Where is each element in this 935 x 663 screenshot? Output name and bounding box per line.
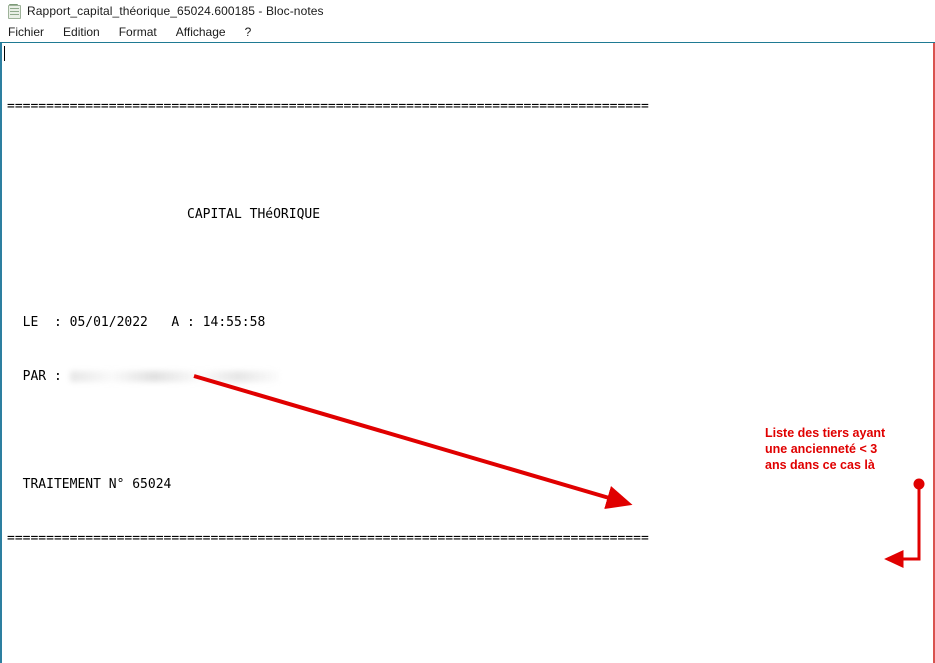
menu-bar: Fichier Edition Format Affichage ? <box>0 21 935 43</box>
line-blank-1 <box>7 152 933 170</box>
text-caret <box>4 46 5 61</box>
line-blank-3 <box>7 422 933 440</box>
menu-item-affichage[interactable]: Affichage <box>176 25 226 39</box>
line-separator-equals-2: ========================================… <box>7 530 933 548</box>
menu-item-fichier[interactable]: Fichier <box>8 25 44 39</box>
report-title: CAPITAL THéORIQUE <box>7 207 320 222</box>
par-label: PAR : <box>7 369 70 384</box>
window-title: Rapport_capital_théorique_65024.600185 -… <box>27 4 324 18</box>
redacted-user-name <box>70 371 280 382</box>
document-text[interactable]: ========================================… <box>7 44 933 663</box>
line-report-title: CAPITAL THéORIQUE <box>7 206 933 224</box>
notepad-window: Rapport_capital_théorique_65024.600185 -… <box>0 0 935 663</box>
line-separator-top: ========================================… <box>7 98 933 116</box>
menu-item-edition[interactable]: Edition <box>63 25 100 39</box>
line-le: LE : 05/01/2022 A : 14:55:58 <box>7 314 933 332</box>
title-bar: Rapport_capital_théorique_65024.600185 -… <box>0 0 935 21</box>
notepad-icon <box>7 4 21 18</box>
line-traitement: TRAITEMENT N° 65024 <box>7 476 933 494</box>
text-editor-area[interactable]: ========================================… <box>0 43 935 663</box>
line-blank-4 <box>7 584 933 602</box>
menu-item-help[interactable]: ? <box>245 25 252 39</box>
menu-item-format[interactable]: Format <box>119 25 157 39</box>
line-blank-5 <box>7 638 933 656</box>
line-blank-2 <box>7 260 933 278</box>
line-par: PAR : <box>7 368 933 386</box>
